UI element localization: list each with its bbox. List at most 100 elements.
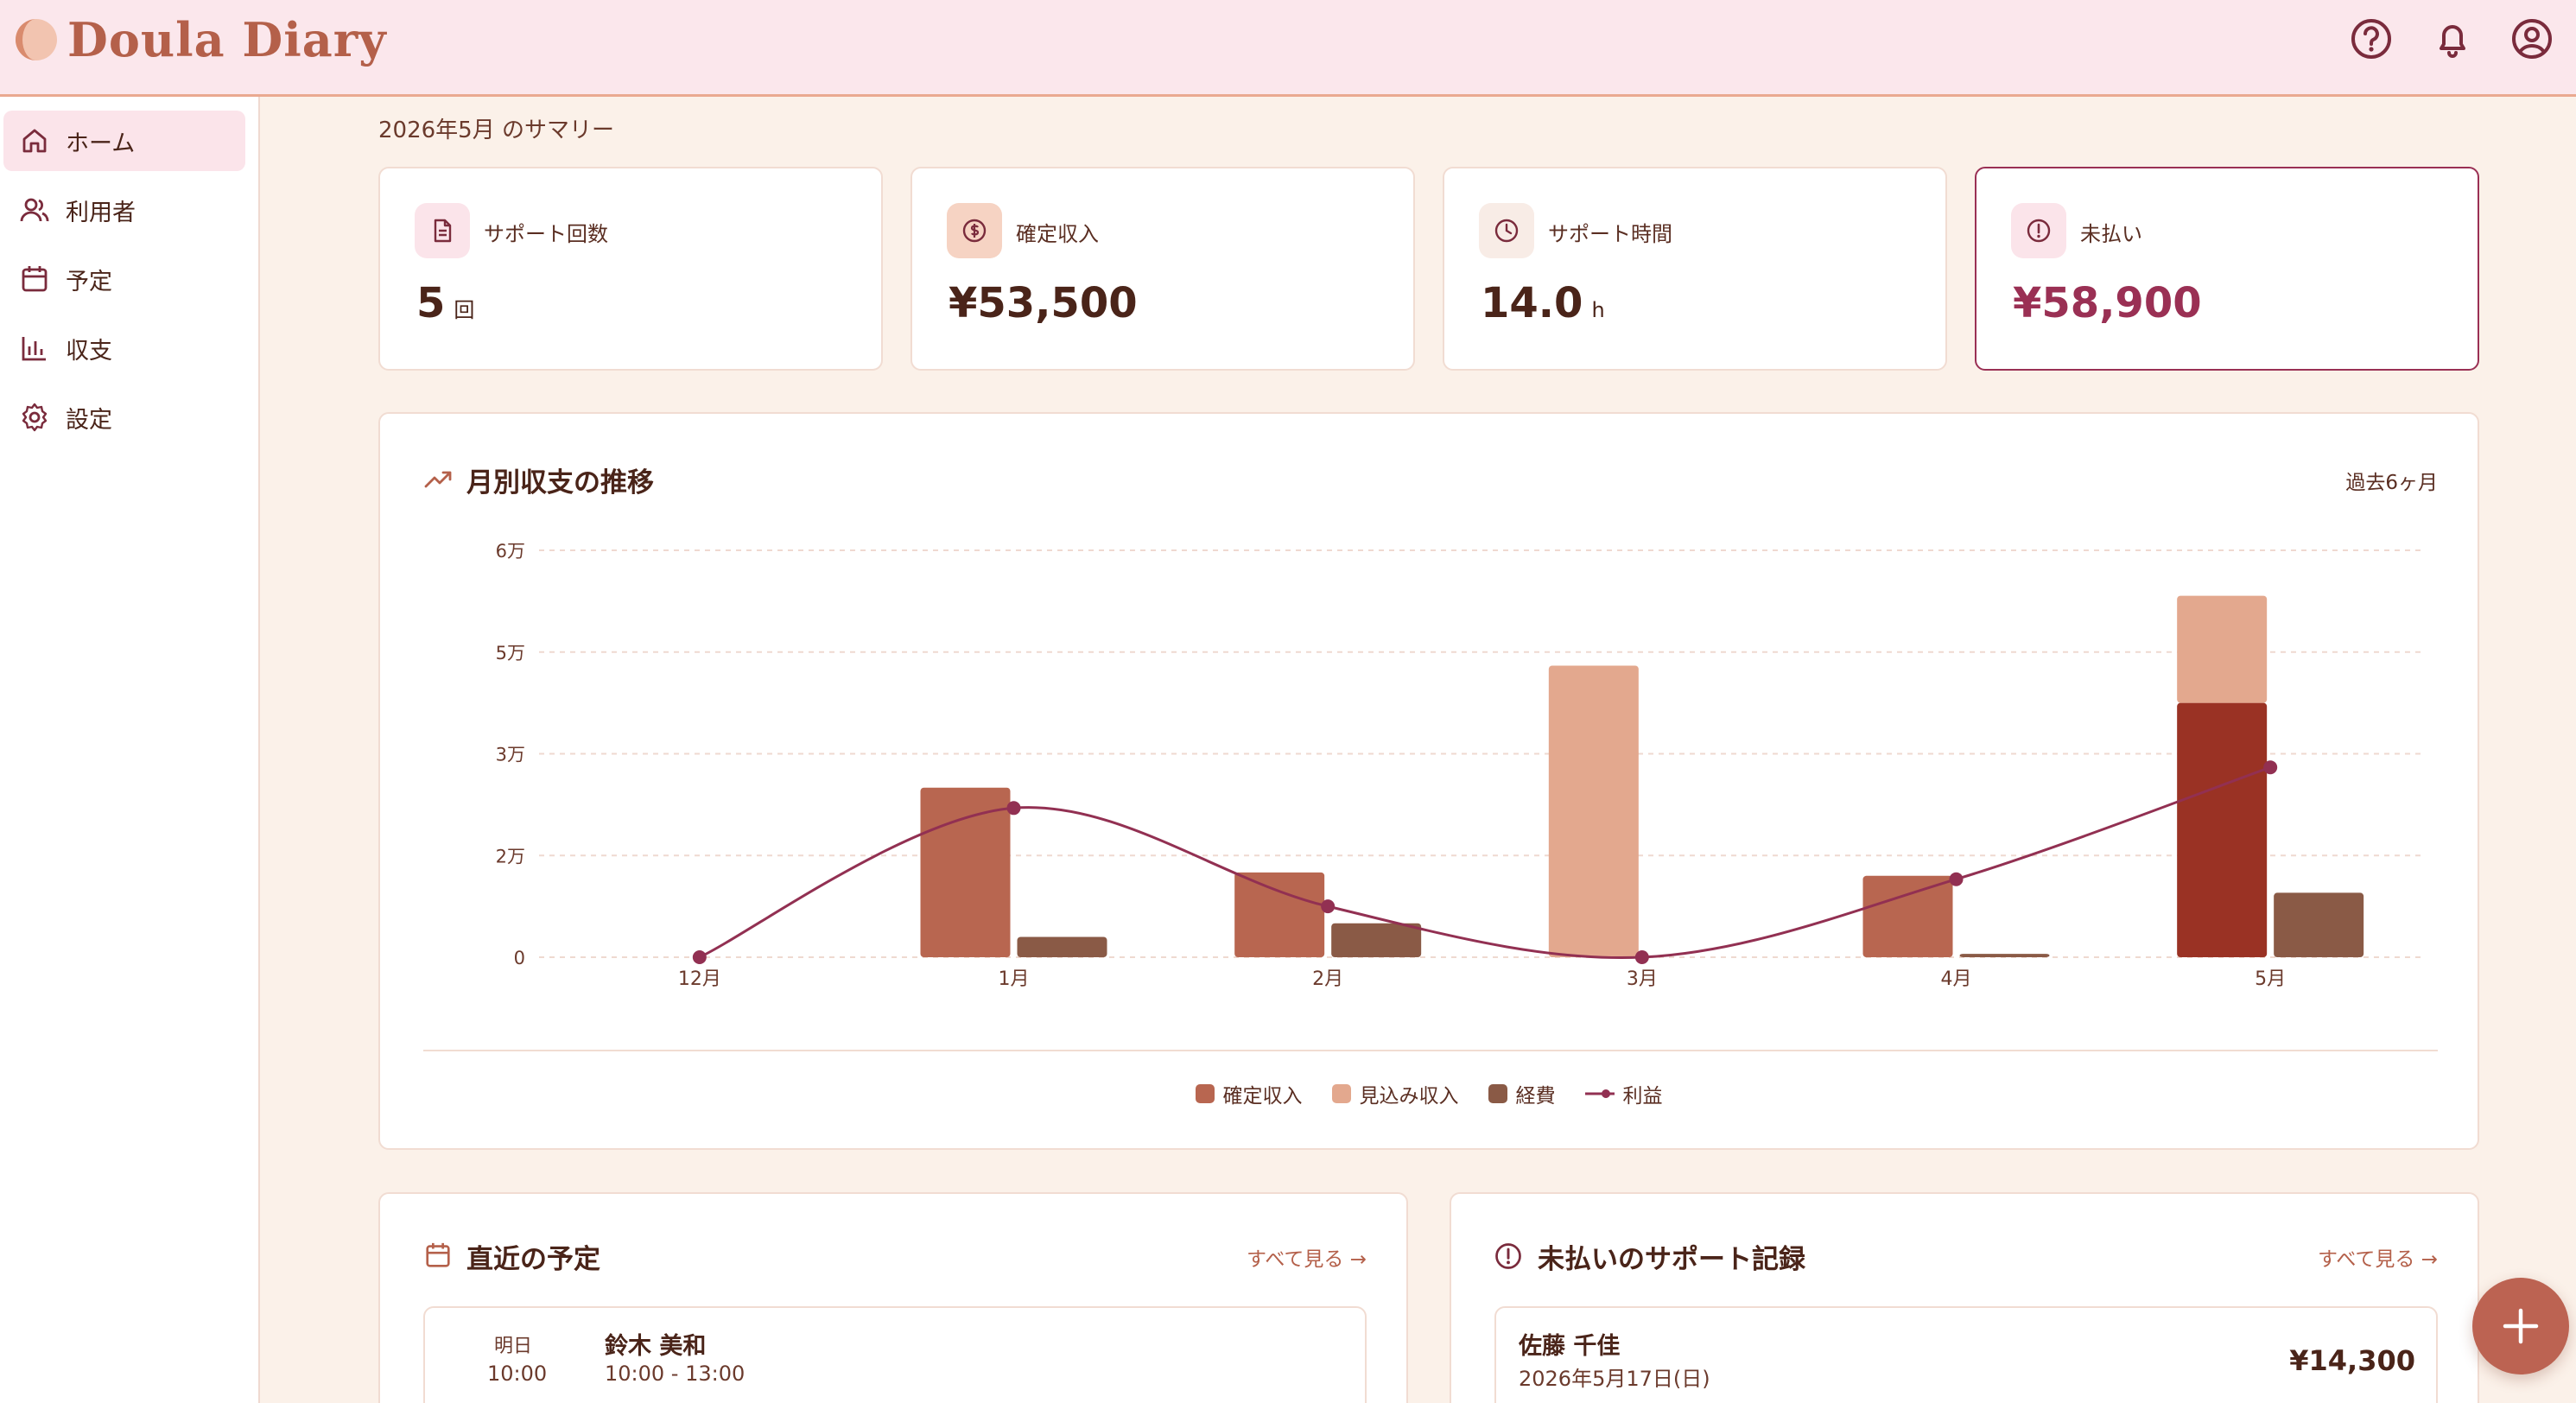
bar-expense	[1959, 954, 2050, 957]
x-tick-label: 3月	[1627, 968, 1658, 990]
unpaid-item[interactable]: 佐藤 千佳 2026年5月17日(日) ¥14,300	[1494, 1306, 2438, 1403]
legend-swatch	[1195, 1084, 1215, 1103]
unpaid-amount: ¥14,300	[2289, 1344, 2415, 1377]
legend-label: 利益	[1622, 1085, 1663, 1108]
x-tick-label: 5月	[2255, 968, 2286, 990]
stat-value: ¥58,900	[2013, 279, 2202, 327]
monthly-chart: 0 2万 3万 5万 6万 12月 1月 2月 3月 4月 5月	[423, 541, 2438, 1051]
unpaid-title: 未払いのサポート記録	[1538, 1244, 1805, 1275]
sidebar-item-settings[interactable]: 設定	[3, 387, 245, 448]
calendar-icon	[22, 266, 48, 292]
x-tick-label: 4月	[1941, 968, 1972, 990]
y-tick-label: 6万	[496, 541, 525, 562]
bar-expense	[1017, 936, 1107, 957]
app-title: Doula Diary	[67, 12, 387, 67]
legend-label: 見込み収入	[1359, 1085, 1459, 1108]
app-header: Doula Diary	[0, 0, 2576, 97]
y-tick-label: 5万	[496, 643, 525, 663]
legend-label: 経費	[1515, 1085, 1556, 1108]
sidebar-item-label: 収支	[66, 337, 112, 365]
legend-item[interactable]: 経費	[1488, 1079, 1556, 1108]
monthly-chart-card: 月別収支の推移 過去6ヶ月 0 2万 3万 5万 6万 12月 1月 2月 3月 4月 5月 確定収…	[378, 412, 2479, 1150]
app-logo[interactable]: Doula Diary	[14, 12, 387, 67]
alert-icon	[2011, 203, 2066, 258]
legend-item[interactable]: 確定収入	[1195, 1079, 1303, 1108]
document-icon	[415, 203, 470, 258]
alert-icon	[1495, 1243, 1521, 1269]
y-tick-label: 2万	[496, 846, 525, 867]
add-button[interactable]	[2472, 1278, 2569, 1374]
legend-swatch	[1331, 1084, 1351, 1103]
sidebar: ホーム 利用者 予定 収支 設定	[0, 97, 260, 1403]
logo-moon-icon	[16, 19, 57, 60]
unpaid-client-name: 佐藤 千佳	[1519, 1333, 1621, 1360]
help-icon[interactable]	[2348, 16, 2395, 62]
stat-label: サポート回数	[484, 222, 608, 246]
schedule-time: 10:00	[487, 1362, 548, 1386]
sidebar-item-label: ホーム	[66, 130, 136, 157]
plus-icon	[2503, 1308, 2539, 1344]
schedule-client-name: 鈴木 美和	[605, 1333, 707, 1360]
sidebar-item-label: 設定	[66, 406, 112, 434]
stat-label: 未払い	[2080, 222, 2142, 246]
legend-item[interactable]: 見込み収入	[1331, 1079, 1459, 1108]
schedule-title: 直近の予定	[466, 1244, 600, 1275]
upcoming-schedule-card: 直近の予定 すべて見る → 明日 10:00 鈴木 美和 10:00 - 13:…	[378, 1192, 1408, 1403]
legend-swatch	[1488, 1084, 1507, 1103]
schedule-item[interactable]: 明日 10:00 鈴木 美和 10:00 - 13:00	[423, 1306, 1367, 1403]
calendar-icon	[426, 1242, 450, 1267]
legend-item[interactable]: 利益	[1584, 1079, 1663, 1108]
unpaid-date: 2026年5月17日(日)	[1519, 1367, 1710, 1391]
dollar-icon	[947, 203, 1002, 258]
schedule-time-range: 10:00 - 13:00	[605, 1362, 746, 1386]
x-tick-label: 2月	[1312, 968, 1343, 990]
y-tick-label: 3万	[496, 745, 525, 765]
home-icon	[22, 129, 47, 153]
clock-icon	[1479, 203, 1534, 258]
legend-line-marker	[1584, 1089, 1615, 1098]
profit-point	[692, 950, 707, 964]
legend-label: 確定収入	[1222, 1085, 1303, 1108]
account-icon[interactable]	[2509, 16, 2555, 62]
profit-point	[1006, 801, 1021, 816]
bar-estimated-income	[2177, 595, 2268, 703]
x-tick-label: 1月	[999, 968, 1030, 990]
x-tick-label: 12月	[678, 968, 721, 990]
stat-label: 確定収入	[1016, 222, 1099, 246]
unpaid-see-all-link[interactable]: すべて見る →	[2318, 1242, 2438, 1272]
summary-title: 2026年5月 のサマリー	[378, 117, 614, 143]
stat-card-unpaid[interactable]: 未払い ¥58,900	[1975, 167, 2479, 371]
stat-value: 5回	[416, 279, 475, 327]
sidebar-item-finance[interactable]: 収支	[3, 318, 245, 378]
schedule-day: 明日	[494, 1336, 533, 1357]
bar-expense	[1331, 923, 1422, 957]
bar-confirmed-income	[1862, 875, 1953, 957]
stat-label: サポート時間	[1548, 222, 1672, 246]
stat-card-support-count[interactable]: サポート回数 5回	[378, 167, 883, 371]
profit-point	[1321, 899, 1336, 914]
bar-expense	[2274, 892, 2364, 957]
stat-value: ¥53,500	[949, 279, 1138, 327]
sidebar-item-label: 利用者	[66, 199, 136, 226]
profit-point	[1634, 950, 1649, 964]
unpaid-records-card: 未払いのサポート記録 すべて見る → 佐藤 千佳 2026年5月17日(日) ¥…	[1450, 1192, 2479, 1403]
profit-point	[1949, 872, 1964, 886]
sidebar-item-home[interactable]: ホーム	[3, 111, 245, 171]
sidebar-item-schedule[interactable]: 予定	[3, 249, 245, 309]
bar-estimated-income	[1548, 665, 1639, 957]
gear-icon	[22, 403, 48, 432]
schedule-see-all-link[interactable]: すべて見る →	[1247, 1242, 1367, 1272]
bar-confirmed-income	[1234, 872, 1325, 957]
chart-legend: 確定収入 見込み収入 経費 利益	[380, 1079, 2478, 1108]
bar-confirmed-income	[920, 787, 1011, 957]
sidebar-item-users[interactable]: 利用者	[3, 180, 245, 240]
stat-value: 14.0 h	[1481, 279, 1605, 327]
stat-card-confirmed-income[interactable]: 確定収入 ¥53,500	[910, 167, 1415, 371]
bell-icon[interactable]	[2429, 16, 2476, 62]
stat-card-support-hours[interactable]: サポート時間 14.0 h	[1443, 167, 1947, 371]
sidebar-item-label: 予定	[66, 268, 112, 295]
profit-point	[2263, 760, 2278, 775]
bar-confirmed-income	[2177, 702, 2268, 957]
y-tick-label: 0	[514, 948, 525, 968]
bar-chart-icon	[22, 337, 46, 361]
